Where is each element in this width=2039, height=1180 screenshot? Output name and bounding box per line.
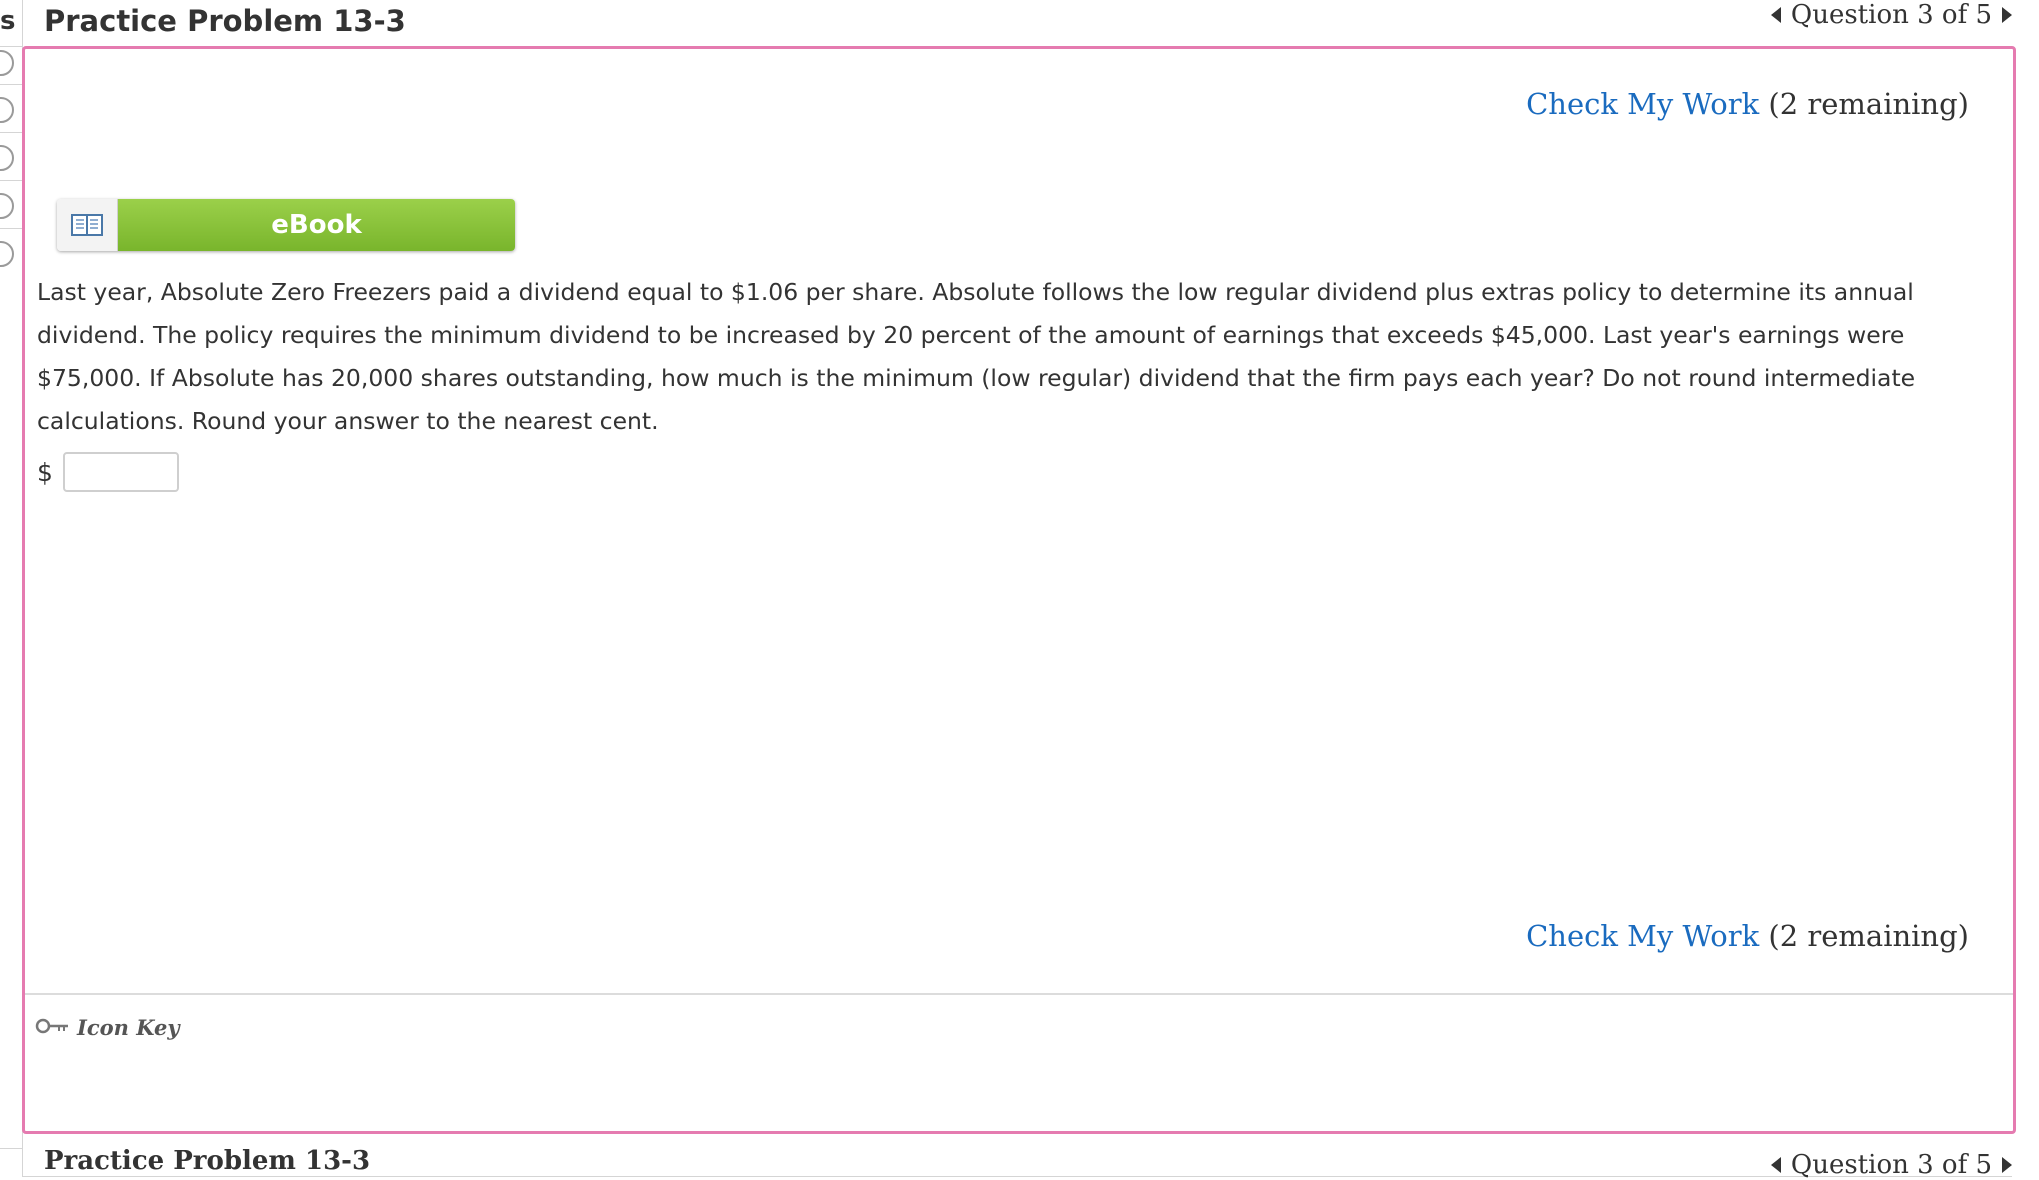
strip-divider (0, 132, 22, 133)
problem-header: Practice Problem 13-3 Question 3 of 5 (22, 0, 2012, 46)
panel-divider (25, 993, 2013, 995)
question-position: Question 3 of 5 (1790, 0, 1992, 30)
book-icon (57, 199, 118, 251)
question-radio-3[interactable] (0, 145, 14, 171)
answer-row: $ (37, 452, 179, 492)
question-radio-5[interactable] (0, 241, 14, 267)
next-question-icon[interactable] (2002, 7, 2012, 23)
currency-symbol: $ (37, 457, 53, 487)
strip-divider (0, 46, 22, 47)
question-panel: Check My Work (2 remaining) eBook Last y… (22, 46, 2016, 1134)
strip-partial-text: s (0, 6, 16, 36)
question-text: Last year, Absolute Zero Freezers paid a… (37, 278, 1916, 435)
previous-question-icon[interactable] (1770, 1157, 1781, 1173)
check-my-work-link[interactable]: Check My Work (1526, 919, 1759, 953)
problem-footer: Practice Problem 13-3 Question 3 of 5 (22, 1134, 2012, 1180)
strip-divider (0, 1148, 22, 1149)
left-question-strip: s (0, 0, 23, 1176)
question-radio-4[interactable] (0, 193, 14, 219)
ebook-label: eBook (118, 199, 515, 251)
previous-question-icon[interactable] (1770, 7, 1781, 23)
check-my-work-top: Check My Work (2 remaining) (1526, 87, 1969, 121)
page-title: Practice Problem 13-3 (44, 4, 406, 38)
check-my-work-link[interactable]: Check My Work (1526, 87, 1759, 121)
icon-key-toggle[interactable]: Icon Key (35, 1015, 180, 1040)
check-my-work-bottom: Check My Work (2 remaining) (1526, 919, 1969, 953)
strip-divider (0, 84, 22, 85)
strip-divider (0, 228, 22, 229)
footer-title: Practice Problem 13-3 (44, 1146, 371, 1176)
remaining-count: (2 remaining) (1768, 87, 1969, 121)
ebook-button[interactable]: eBook (57, 199, 515, 251)
question-radio-1[interactable] (0, 50, 14, 76)
icon-key-label: Icon Key (77, 1015, 180, 1040)
question-navigator: Question 3 of 5 (1770, 0, 2012, 30)
key-icon (35, 1015, 69, 1040)
next-question-icon[interactable] (2002, 1157, 2012, 1173)
remaining-count: (2 remaining) (1768, 919, 1969, 953)
answer-input[interactable] (62, 452, 179, 492)
strip-divider (0, 180, 22, 181)
question-radio-2[interactable] (0, 97, 14, 123)
